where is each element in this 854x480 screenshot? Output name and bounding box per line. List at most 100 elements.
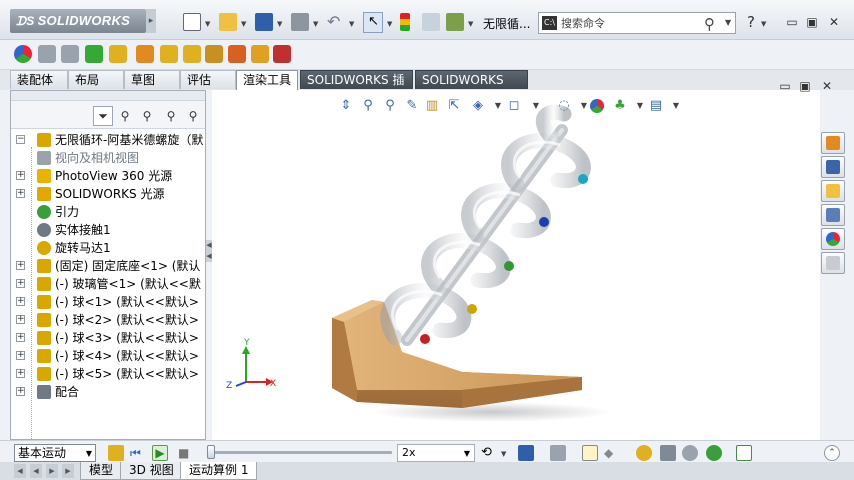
viewport-minimize-icon[interactable]: ▭	[776, 78, 794, 94]
playback-speed-select[interactable]: 2x ▼	[397, 444, 475, 462]
playback-slider-knob[interactable]	[207, 445, 215, 459]
play-icon[interactable]: ▶	[152, 445, 168, 461]
scene-icon[interactable]	[85, 45, 103, 63]
options-icon[interactable]	[446, 13, 464, 31]
design-library-button[interactable]	[821, 156, 845, 178]
collapse-motion-manager-icon[interactable]: ⌃	[824, 445, 840, 461]
custom-properties-button[interactable]	[821, 252, 845, 274]
motion-type-select[interactable]: 基本运动 ▼	[14, 444, 96, 462]
add-key-icon[interactable]: ◆	[604, 445, 620, 461]
next-tab-arrow-icon[interactable]: ▶	[46, 464, 58, 478]
expand-icon[interactable]: +	[16, 333, 25, 342]
tab-evaluate[interactable]: 评估	[180, 70, 236, 89]
copy-appearance-icon[interactable]	[61, 45, 79, 63]
animation-wizard-icon[interactable]	[550, 445, 566, 461]
filter-features-icon[interactable]: ⚲	[137, 106, 157, 126]
playback-mode-dropdown-icon[interactable]: ▼	[501, 450, 506, 458]
tree-row[interactable]: + (-) 球<4> (默认<<默认>	[11, 347, 205, 365]
motor-icon[interactable]	[636, 445, 652, 461]
model-render[interactable]: Y X Z	[212, 90, 820, 440]
tab-sketch[interactable]: 草图	[124, 70, 180, 89]
appearance-icon[interactable]	[14, 45, 32, 63]
tree-row[interactable]: + (-) 玻璃管<1> (默认<<默	[11, 275, 205, 293]
expand-icon[interactable]: +	[16, 387, 25, 396]
new-dropdown-icon[interactable]: ▼	[205, 20, 210, 28]
print-icon[interactable]	[291, 13, 309, 31]
expand-icon[interactable]: +	[16, 351, 25, 360]
ball-4[interactable]	[539, 217, 549, 227]
tab-assembly[interactable]: 装配体	[10, 70, 68, 89]
tree-row[interactable]: + PhotoView 360 光源	[11, 167, 205, 185]
search-dropdown-icon[interactable]: ▼	[725, 18, 731, 27]
edit-appearance-icon[interactable]	[38, 45, 56, 63]
undo-icon[interactable]: ↶	[327, 13, 345, 31]
last-tab-arrow-icon[interactable]: ▶	[62, 464, 74, 478]
collapse-icon[interactable]: −	[16, 135, 25, 144]
help-dropdown-icon[interactable]: ▼	[761, 20, 766, 28]
filter-components-icon[interactable]: ⚲	[115, 106, 135, 126]
first-tab-arrow-icon[interactable]: ◀	[14, 464, 26, 478]
save-dropdown-icon[interactable]: ▼	[277, 20, 282, 28]
close-icon[interactable]: ✕	[825, 14, 843, 30]
tab-motion-study-1[interactable]: 运动算例 1	[180, 462, 258, 480]
playback-mode-icon[interactable]: ⟲	[481, 445, 497, 461]
tree-row[interactable]: + (-) 球<1> (默认<<默认>	[11, 293, 205, 311]
help-icon[interactable]: ?	[742, 14, 760, 30]
options-dropdown-icon[interactable]: ▼	[468, 20, 473, 28]
command-search-box[interactable]: C:\ ⚲ ▼	[538, 12, 736, 34]
spring-icon[interactable]	[660, 445, 676, 461]
contact-icon[interactable]	[682, 445, 698, 461]
tree-row[interactable]: 视向及相机视图	[11, 149, 205, 167]
file-explorer-button[interactable]	[821, 180, 845, 202]
tab-render-tools[interactable]: 渲染工具	[236, 70, 298, 90]
restore-icon[interactable]: ▣	[803, 14, 821, 30]
recall-render-icon[interactable]	[273, 45, 291, 63]
rebuild-traffic-light-icon[interactable]	[400, 13, 410, 31]
expand-icon[interactable]: +	[16, 297, 25, 306]
calculate-icon[interactable]	[108, 445, 124, 461]
tree-row[interactable]: 引力	[11, 203, 205, 221]
stop-icon[interactable]: ■	[178, 445, 194, 461]
filter-more-icon[interactable]: ⚲	[183, 106, 203, 126]
tree-row[interactable]: − 无限循环-阿基米德螺旋（默	[11, 131, 205, 149]
save-icon[interactable]	[255, 13, 273, 31]
ball-5[interactable]	[578, 174, 588, 184]
appearances-button[interactable]	[821, 228, 845, 250]
menu-expand-arrow[interactable]: ▸	[146, 9, 156, 33]
viewport-close-icon[interactable]: ✕	[818, 78, 836, 94]
save-animation-icon[interactable]	[518, 445, 534, 461]
file-properties-icon[interactable]	[422, 13, 440, 31]
render-region-icon[interactable]	[205, 45, 223, 63]
solidworks-logo[interactable]: ᗪS SOLIDWORKS	[10, 9, 146, 33]
final-render-icon[interactable]	[183, 45, 201, 63]
open-folder-icon[interactable]	[219, 13, 237, 31]
tree-row[interactable]: + SOLIDWORKS 光源	[11, 185, 205, 203]
expand-icon[interactable]: +	[16, 369, 25, 378]
ball-2[interactable]	[467, 304, 477, 314]
graphics-viewport[interactable]: ⇕ ⚲ ⚲ ✎ ▥ ⇱ ◈ ▼ ◻ ▼ ◌ ▼ ♣ ▼ ▤ ▼ Y X Z	[212, 90, 820, 440]
open-dropdown-icon[interactable]: ▼	[241, 20, 246, 28]
view-palette-button[interactable]	[821, 204, 845, 226]
select-pointer-button[interactable]: ↖	[363, 12, 383, 33]
tab-3d-views[interactable]: 3D 视图	[120, 462, 183, 480]
expand-icon[interactable]: +	[16, 315, 25, 324]
tree-row[interactable]: + (-) 球<5> (默认<<默认>	[11, 365, 205, 383]
minimize-icon[interactable]: ▭	[783, 14, 801, 30]
autokey-icon[interactable]	[582, 445, 598, 461]
tab-model[interactable]: 模型	[80, 462, 123, 480]
playback-slider[interactable]	[207, 451, 392, 454]
tree-row[interactable]: + 配合	[11, 383, 205, 401]
filter-mates-icon[interactable]: ⚲	[161, 106, 181, 126]
viewport-restore-icon[interactable]: ▣	[796, 78, 814, 94]
tree-row[interactable]: 实体接触1	[11, 221, 205, 239]
tree-row[interactable]: + (-) 球<3> (默认<<默认>	[11, 329, 205, 347]
search-input[interactable]	[561, 15, 701, 31]
tree-row[interactable]: + (-) 球<2> (默认<<默认>	[11, 311, 205, 329]
search-icon[interactable]: ⚲	[704, 15, 715, 33]
decal-icon[interactable]	[109, 45, 127, 63]
expand-icon[interactable]: +	[16, 261, 25, 270]
print-dropdown-icon[interactable]: ▼	[313, 20, 318, 28]
play-from-start-icon[interactable]: ⏮	[130, 445, 146, 461]
new-document-icon[interactable]	[183, 13, 201, 31]
filter-icon[interactable]: ⏷	[93, 106, 113, 126]
